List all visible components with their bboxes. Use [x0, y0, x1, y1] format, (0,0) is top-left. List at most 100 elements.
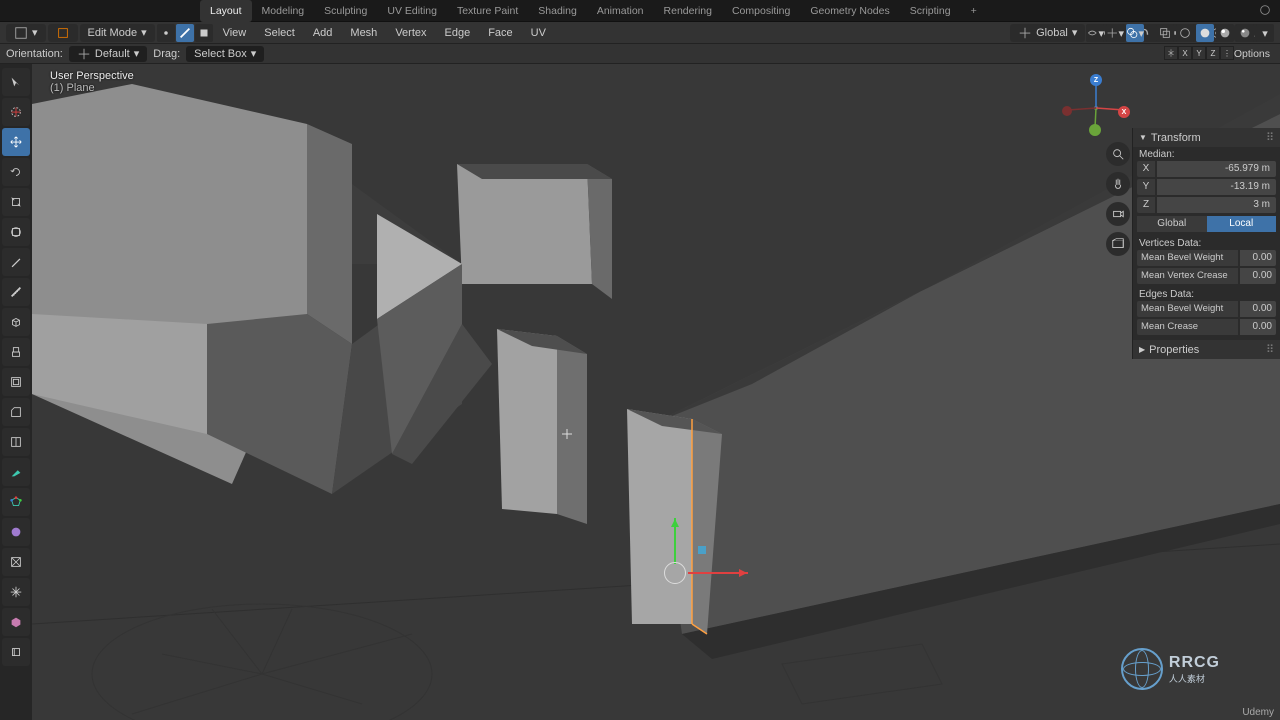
header-vertex[interactable]: Vertex — [387, 27, 434, 39]
overlay-toggle[interactable]: ▾ — [1126, 24, 1144, 42]
perspective-label: User Perspective — [50, 70, 134, 82]
left-toolbar — [0, 66, 32, 720]
tool-edge-slide[interactable] — [2, 578, 30, 606]
header-view[interactable]: View — [215, 27, 255, 39]
shading-dropdown[interactable]: ▾ — [1256, 24, 1274, 42]
nav-camera-icon[interactable] — [1106, 202, 1130, 226]
mode-dropdown[interactable]: Edit Mode ▾ — [80, 24, 155, 42]
mirror-y[interactable]: Y — [1192, 46, 1206, 60]
tool-loop-cut[interactable] — [2, 428, 30, 456]
median-x-label: X — [1137, 161, 1155, 177]
header-select[interactable]: Select — [256, 27, 303, 39]
header-edge[interactable]: Edge — [437, 27, 479, 39]
gizmo-axis-x[interactable]: X — [1118, 106, 1130, 118]
active-object-label: (1) Plane — [50, 82, 134, 94]
tool-select-box[interactable] — [2, 68, 30, 96]
tool-scale[interactable] — [2, 188, 30, 216]
gizmo-toggle[interactable]: ▾ — [1106, 24, 1124, 42]
tool-transform[interactable] — [2, 218, 30, 246]
global-tab[interactable]: Global — [1137, 216, 1207, 232]
tool-smooth[interactable] — [2, 548, 30, 576]
v-bevel-label: Mean Bevel Weight — [1137, 250, 1238, 266]
v-bevel-value[interactable]: 0.00 — [1240, 250, 1276, 266]
options-dropdown[interactable]: Options — [1228, 46, 1276, 62]
median-y-value[interactable]: -13.19 m — [1157, 179, 1276, 195]
mirror-icon[interactable] — [1164, 46, 1178, 60]
workspace-tab-compositing[interactable]: Compositing — [722, 0, 800, 22]
median-z-value[interactable]: 3 m — [1157, 197, 1276, 213]
workspace-tab-rendering[interactable]: Rendering — [654, 0, 722, 22]
tool-poly-build[interactable] — [2, 488, 30, 516]
viewport-overlay-text: User Perspective (1) Plane — [50, 70, 134, 94]
nav-gizmo[interactable]: Z X — [1062, 74, 1130, 142]
nav-perspective-icon[interactable] — [1106, 232, 1130, 256]
properties-panel-header[interactable]: ▶Properties⠿ — [1133, 340, 1280, 359]
workspace-tab-shading[interactable]: Shading — [528, 0, 587, 22]
viewport[interactable]: User Perspective (1) Plane Z X ▼Transfor… — [32, 64, 1280, 720]
tool-cursor[interactable] — [2, 98, 30, 126]
editor-type-dropdown[interactable]: ▾ — [6, 24, 46, 42]
header-uv[interactable]: UV — [523, 27, 554, 39]
tool-rip[interactable] — [2, 638, 30, 666]
tool-add-cube[interactable] — [2, 308, 30, 336]
tool-knife[interactable] — [2, 458, 30, 486]
drag-label: Drag: — [153, 48, 180, 60]
tool-inset[interactable] — [2, 368, 30, 396]
gizmo-axis-z[interactable]: Z — [1090, 74, 1102, 86]
xray-toggle[interactable] — [1156, 24, 1174, 42]
orientation-dropdown[interactable]: Global ▾ — [1010, 24, 1085, 42]
sel-mode-face[interactable] — [195, 24, 213, 42]
header-add[interactable]: Add — [305, 27, 341, 39]
workspace-tab-modeling[interactable]: Modeling — [252, 0, 315, 22]
shading-solid[interactable] — [1196, 24, 1214, 42]
tool-extrude[interactable] — [2, 338, 30, 366]
workspace-tab-geometry-nodes[interactable]: Geometry Nodes — [800, 0, 899, 22]
mirror-x[interactable]: X — [1178, 46, 1192, 60]
workspace-tab-texture-paint[interactable]: Texture Paint — [447, 0, 528, 22]
tool-rotate[interactable] — [2, 158, 30, 186]
e-bevel-value[interactable]: 0.00 — [1240, 301, 1276, 317]
tool-measure[interactable] — [2, 278, 30, 306]
workspace-tab-layout[interactable]: Layout — [200, 0, 252, 22]
transform-panel-header[interactable]: ▼Transform⠿ — [1133, 128, 1280, 147]
local-tab[interactable]: Local — [1207, 216, 1277, 232]
median-z-label: Z — [1137, 197, 1155, 213]
median-label: Median: — [1133, 147, 1280, 160]
workspace-tab-add[interactable]: + — [961, 0, 987, 22]
header-mesh[interactable]: Mesh — [342, 27, 385, 39]
median-x-value[interactable]: -65.979 m — [1157, 161, 1276, 177]
workspace-tab-scripting[interactable]: Scripting — [900, 0, 961, 22]
header-face[interactable]: Face — [480, 27, 520, 39]
n-panel: ▼Transform⠿ Median: X-65.979 m Y-13.19 m… — [1132, 128, 1280, 359]
nav-zoom-icon[interactable] — [1106, 142, 1130, 166]
scene-icon[interactable] — [1258, 3, 1274, 19]
workspace-tab-animation[interactable]: Animation — [587, 0, 654, 22]
shading-rendered[interactable] — [1236, 24, 1254, 42]
watermark-rrcg: RRCG人人素材 — [1121, 648, 1220, 690]
orientation-label: Orientation: — [6, 48, 63, 60]
v-crease-label: Mean Vertex Crease — [1137, 268, 1238, 284]
tool-spin[interactable] — [2, 518, 30, 546]
workspace-tab-sculpting[interactable]: Sculpting — [314, 0, 377, 22]
e-bevel-label: Mean Bevel Weight — [1137, 301, 1238, 317]
tool-annotate[interactable] — [2, 248, 30, 276]
tool-bevel[interactable] — [2, 398, 30, 426]
watermark-udemy: Udemy — [1242, 707, 1274, 718]
gizmo-axis-y[interactable] — [1089, 124, 1101, 136]
mesh-display-btn[interactable]: ▾ — [1086, 24, 1104, 42]
shading-material[interactable] — [1216, 24, 1234, 42]
sel-mode-vertex[interactable] — [157, 24, 175, 42]
sel-mode-edge[interactable] — [176, 24, 194, 42]
shading-wireframe[interactable] — [1176, 24, 1194, 42]
workspace-tab-uv-editing[interactable]: UV Editing — [377, 0, 447, 22]
object-icon[interactable] — [48, 24, 78, 42]
v-crease-value[interactable]: 0.00 — [1240, 268, 1276, 284]
tool-move[interactable] — [2, 128, 30, 156]
nav-pan-icon[interactable] — [1106, 172, 1130, 196]
orientation-field[interactable]: Default ▾ — [69, 46, 147, 62]
mirror-z[interactable]: Z — [1206, 46, 1220, 60]
tool-shrink[interactable] — [2, 608, 30, 636]
e-crease-value[interactable]: 0.00 — [1240, 319, 1276, 335]
drag-field[interactable]: Select Box ▾ — [186, 46, 264, 62]
gizmo-axis-neg-x[interactable] — [1062, 106, 1072, 116]
